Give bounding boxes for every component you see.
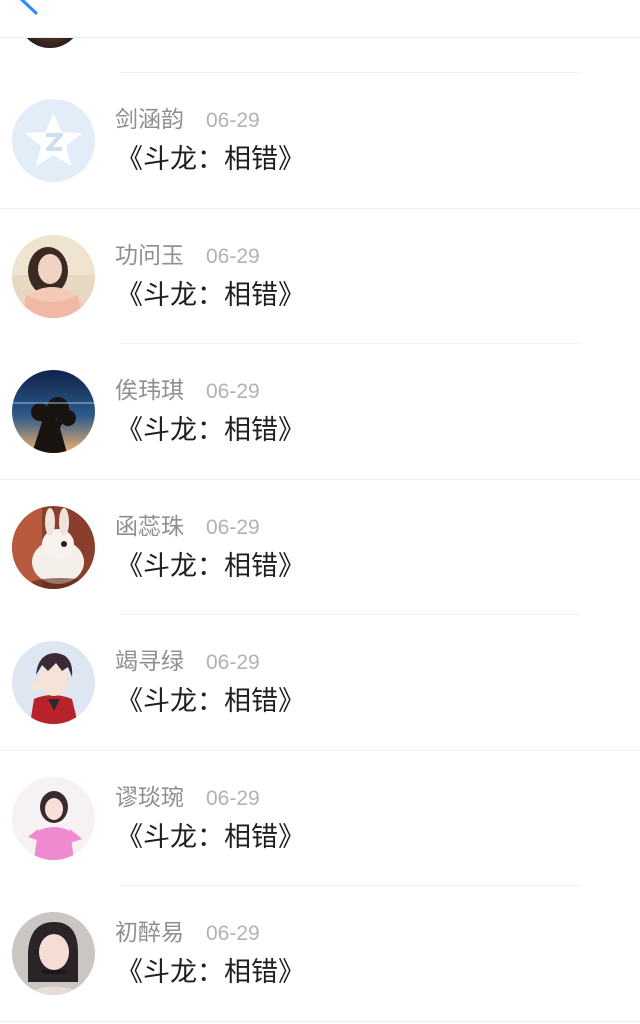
message-date: 06-29 — [206, 651, 260, 674]
sender-name: 初醉易 — [115, 920, 184, 946]
sender-name: 函蕊珠 — [115, 513, 184, 540]
qzone-default-avatar-icon — [12, 99, 95, 182]
message-date: 06-29 — [206, 109, 260, 132]
sender-name: 谬琰琬 — [115, 784, 184, 811]
message-text: 《斗龙：相错》 — [116, 821, 305, 853]
anime-boy-avatar-icon — [12, 641, 95, 724]
avatar[interactable] — [12, 370, 95, 453]
avatar[interactable] — [12, 641, 95, 724]
message-date: 06-29 — [206, 244, 260, 268]
message-text: 《斗龙：相错》 — [116, 415, 305, 446]
avatar[interactable] — [12, 505, 95, 589]
message-date: 06-29 — [206, 922, 260, 945]
message-date: 06-29 — [206, 515, 260, 539]
sender-name: 剑涵韵 — [115, 107, 184, 133]
list-item[interactable]: 竭寻绿 06-29 《斗龙：相错》 — [0, 615, 640, 751]
user-photo-avatar-icon — [12, 234, 95, 318]
top-bar — [0, 0, 640, 38]
sender-name: 功问玉 — [115, 242, 184, 269]
rabbit-avatar-icon — [12, 505, 95, 589]
message-text: 《斗龙：相错》 — [116, 686, 305, 717]
list-item[interactable]: 谬琰琬 06-29 《斗龙：相错》 — [0, 751, 640, 886]
list-item[interactable]: 初醉易 06-29 《斗龙：相错》 — [0, 886, 640, 1022]
list-item[interactable]: 俟玮琪 06-29 《斗龙：相错》 — [0, 344, 640, 480]
sender-name: 俟玮琪 — [115, 378, 184, 404]
girl-portrait-avatar-icon — [12, 912, 95, 995]
message-text: 《斗龙：相错》 — [116, 550, 305, 582]
message-text: 《斗龙：相错》 — [116, 957, 305, 988]
message-text: 《斗龙：相错》 — [116, 144, 305, 175]
message-date: 06-29 — [206, 786, 260, 810]
message-text: 《斗龙：相错》 — [116, 279, 305, 311]
pink-girl-avatar-icon — [12, 776, 95, 860]
avatar[interactable] — [12, 776, 95, 860]
back-button[interactable] — [6, 0, 40, 16]
avatar[interactable] — [12, 912, 95, 995]
message-date: 06-29 — [206, 380, 260, 403]
message-list: 剑涵韵 06-29 《斗龙：相错》 功问玉 06-29 《斗龙：相错》 俟玮琪 … — [0, 73, 640, 1022]
sunset-tree-avatar-icon — [12, 370, 95, 453]
list-item[interactable]: 剑涵韵 06-29 《斗龙：相错》 — [0, 73, 640, 209]
sender-name: 竭寻绿 — [115, 649, 184, 675]
avatar[interactable] — [12, 99, 95, 182]
divider — [0, 1020, 640, 1022]
avatar[interactable] — [12, 234, 95, 318]
list-item[interactable]: 函蕊珠 06-29 《斗龙：相错》 — [0, 480, 640, 615]
list-item[interactable]: 功问玉 06-29 《斗龙：相错》 — [0, 209, 640, 344]
chevron-left-icon — [19, 0, 38, 15]
